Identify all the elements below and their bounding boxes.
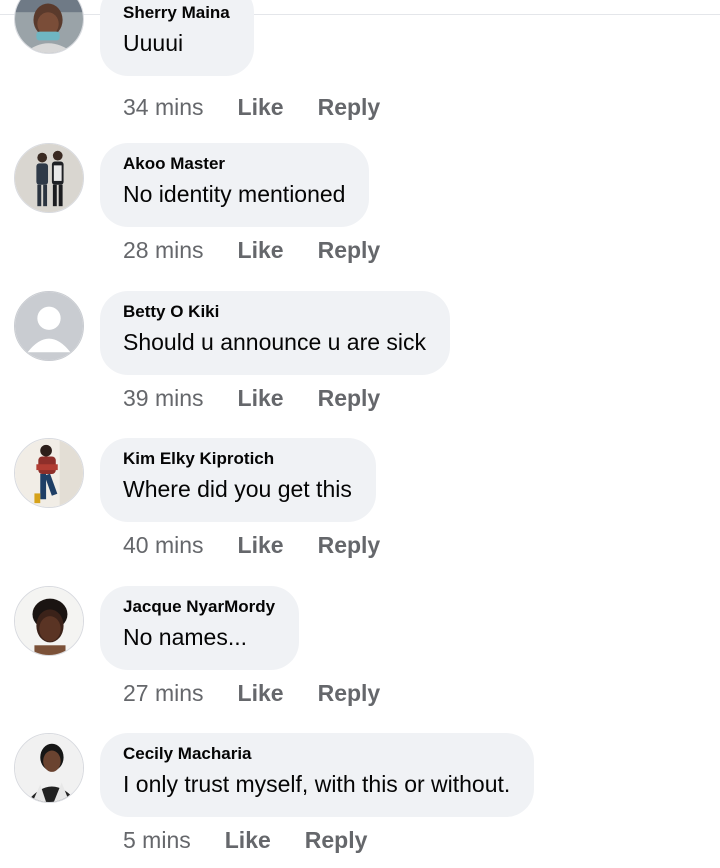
- comment-timestamp[interactable]: 27 mins: [123, 680, 204, 707]
- comment-bubble: Cecily Macharia I only trust myself, wit…: [100, 733, 535, 817]
- comment-timestamp[interactable]: 39 mins: [123, 385, 204, 412]
- comment-author[interactable]: Betty O Kiki: [123, 301, 426, 323]
- comment-author[interactable]: Akoo Master: [123, 153, 345, 175]
- comment-timestamp[interactable]: 40 mins: [123, 532, 204, 559]
- comment-item: Sherry Maina Uuuui 34 mins Like Reply: [0, 0, 720, 143]
- comment-timestamp[interactable]: 28 mins: [123, 237, 204, 264]
- comment-actions: 34 mins Like Reply: [123, 92, 380, 122]
- like-button[interactable]: Like: [238, 94, 284, 121]
- comment-actions: 39 mins Like Reply: [123, 383, 380, 413]
- comment-text: No names...: [123, 624, 247, 650]
- comment-actions: 40 mins Like Reply: [123, 530, 380, 560]
- comment-text: Where did you get this: [123, 476, 352, 502]
- avatar[interactable]: [14, 586, 84, 656]
- comment-author[interactable]: Sherry Maina: [123, 2, 230, 24]
- reply-button[interactable]: Reply: [318, 385, 381, 412]
- comment-text: No identity mentioned: [123, 181, 346, 207]
- comment-item: Cecily Macharia I only trust myself, wit…: [0, 733, 720, 868]
- avatar-photo-icon: [15, 144, 83, 212]
- comment-bubble: Betty O Kiki Should u announce u are sic…: [100, 291, 451, 375]
- avatar-photo-icon: [15, 0, 83, 53]
- avatar[interactable]: [14, 438, 84, 508]
- comments-thread: Sherry Maina Uuuui 34 mins Like Reply Ak…: [0, 0, 720, 868]
- like-button[interactable]: Like: [238, 385, 284, 412]
- avatar[interactable]: [14, 143, 84, 213]
- reply-button[interactable]: Reply: [318, 237, 381, 264]
- comment-bubble: Akoo Master No identity mentioned: [100, 143, 370, 227]
- comment-timestamp[interactable]: 5 mins: [123, 827, 191, 854]
- comment-text: Should u announce u are sick: [123, 329, 427, 355]
- comment-author[interactable]: Kim Elky Kiprotich: [123, 448, 352, 470]
- avatar[interactable]: [14, 0, 84, 54]
- default-avatar-icon: [15, 292, 83, 360]
- reply-button[interactable]: Reply: [318, 532, 381, 559]
- avatar-photo-icon: [15, 734, 83, 802]
- reply-button[interactable]: Reply: [318, 680, 381, 707]
- comment-author[interactable]: Jacque NyarMordy: [123, 596, 275, 618]
- reply-button[interactable]: Reply: [305, 827, 368, 854]
- comment-item: Betty O Kiki Should u announce u are sic…: [0, 291, 720, 438]
- like-button[interactable]: Like: [225, 827, 271, 854]
- comment-item: Akoo Master No identity mentioned 28 min…: [0, 143, 720, 290]
- comment-item: Kim Elky Kiprotich Where did you get thi…: [0, 438, 720, 585]
- like-button[interactable]: Like: [238, 237, 284, 264]
- comment-author[interactable]: Cecily Macharia: [123, 743, 510, 765]
- comment-actions: 28 mins Like Reply: [123, 235, 380, 265]
- avatar[interactable]: [14, 733, 84, 803]
- comment-actions: 27 mins Like Reply: [123, 678, 380, 708]
- comment-text: Uuuui: [123, 30, 184, 56]
- comment-timestamp[interactable]: 34 mins: [123, 94, 204, 121]
- comment-bubble: Kim Elky Kiprotich Where did you get thi…: [100, 438, 376, 522]
- like-button[interactable]: Like: [238, 680, 284, 707]
- reply-button[interactable]: Reply: [318, 94, 381, 121]
- avatar[interactable]: [14, 291, 84, 361]
- comment-bubble: Sherry Maina Uuuui: [100, 0, 254, 76]
- comment-text: I only trust myself, with this or withou…: [123, 771, 511, 797]
- comment-bubble: Jacque NyarMordy No names...: [100, 586, 300, 670]
- avatar-photo-icon: [15, 587, 83, 655]
- comment-item: Jacque NyarMordy No names... 27 mins Lik…: [0, 586, 720, 733]
- comment-actions: 5 mins Like Reply: [123, 825, 367, 855]
- like-button[interactable]: Like: [238, 532, 284, 559]
- avatar-photo-icon: [15, 439, 83, 507]
